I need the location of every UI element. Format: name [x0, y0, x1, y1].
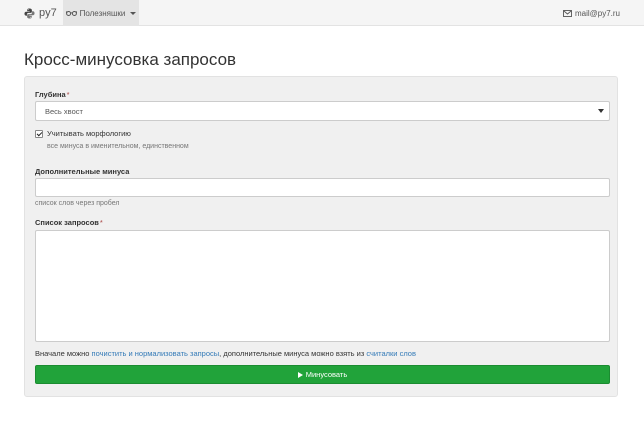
morphology-checkbox[interactable] [35, 129, 43, 138]
footnote: Вначале можно почистить и нормализовать … [35, 349, 416, 358]
python-logo-icon [24, 7, 35, 19]
depth-select[interactable]: Весь хвост [35, 101, 610, 121]
submit-button[interactable]: Минусовать [35, 365, 610, 384]
morphology-option[interactable]: Учитывать морфологию [35, 129, 131, 138]
depth-label: Глубина* [35, 90, 70, 99]
required-mark: * [99, 218, 103, 227]
word-counter-link[interactable]: считалки слов [366, 349, 416, 358]
extra-minus-input[interactable] [35, 178, 610, 197]
form-panel: Глубина* Весь хвост Учитывать морфологию… [24, 76, 618, 397]
queries-textarea[interactable] [35, 230, 610, 342]
footnote-prefix: Вначале можно [35, 349, 92, 358]
chevron-down-icon [130, 11, 137, 15]
brand-link[interactable]: py7 [24, 0, 57, 26]
queries-label-text: Список запросов [35, 218, 99, 227]
depth-select-value: Весь хвост [45, 106, 83, 116]
required-mark: * [66, 90, 70, 99]
envelope-icon [563, 9, 572, 17]
glasses-icon [65, 11, 77, 16]
navbar: py7 Полезняшки mail@py7.ru [0, 0, 644, 26]
page-title: Кросс-минусовка запросов [24, 50, 237, 69]
select-arrow-icon [598, 109, 604, 113]
play-icon [297, 371, 303, 378]
morphology-help: все минуса в именительном, единственном [47, 143, 189, 150]
extra-minus-label: Дополнительные минуса [35, 167, 130, 176]
queries-label: Список запросов* [35, 218, 103, 227]
user-menu[interactable]: mail@py7.ru [563, 0, 620, 26]
morphology-label: Учитывать морфологию [47, 129, 131, 138]
brand-name: py7 [39, 7, 57, 19]
extra-minus-help: список слов через пробел [35, 200, 120, 207]
footnote-middle: , дополнительные минуса можно взять из [219, 349, 367, 358]
dropdown-label: Полезняшки [79, 8, 126, 18]
normalize-queries-link[interactable]: почистить и нормализовать запросы [92, 349, 220, 358]
depth-label-text: Глубина [35, 90, 66, 99]
submit-label: Минусовать [305, 370, 348, 379]
user-email: mail@py7.ru [574, 8, 620, 18]
useful-tools-dropdown[interactable]: Полезняшки [63, 0, 139, 26]
